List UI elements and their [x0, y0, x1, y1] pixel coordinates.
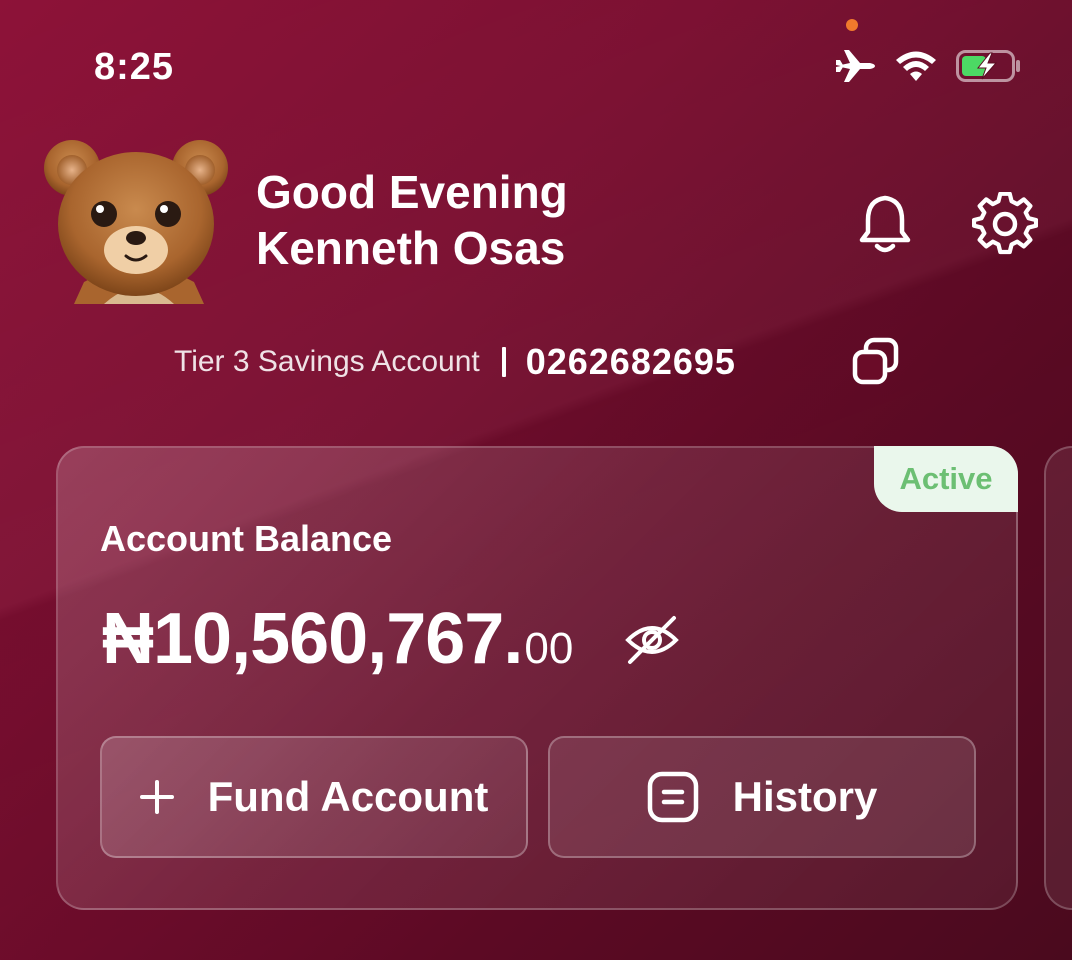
recording-indicator-dot: [846, 19, 858, 31]
copy-icon[interactable]: [850, 336, 902, 388]
airplane-icon: [836, 50, 875, 82]
fund-account-button[interactable]: Fund Account: [100, 736, 528, 858]
balance-card: Active Account Balance ₦10,560,767. 00 F…: [56, 446, 1018, 910]
account-info-row: Tier 3 Savings Account 0262682695: [174, 338, 736, 386]
gear-icon[interactable]: [972, 192, 1038, 258]
bell-icon[interactable]: [856, 192, 914, 256]
status-time: 8:25: [94, 46, 175, 88]
history-button[interactable]: History: [548, 736, 976, 858]
balance-label: Account Balance: [100, 518, 393, 559]
battery-charging-icon: [956, 50, 1020, 82]
user-name: Kenneth Osas: [256, 222, 566, 274]
status-icons: [834, 48, 1022, 84]
eye-off-icon[interactable]: [624, 612, 680, 668]
status-badge: Active: [874, 446, 1018, 512]
teddy-bear-avatar[interactable]: [44, 132, 234, 304]
balance-amount: ₦10,560,767. 00: [102, 598, 573, 680]
balance-amount-decimal: 00: [524, 624, 574, 673]
plus-icon: [139, 780, 174, 814]
greeting-text: Good Evening: [256, 166, 568, 218]
account-number: 0262682695: [525, 341, 736, 382]
account-tier-label: Tier 3 Savings Account: [174, 345, 480, 378]
history-label: History: [732, 773, 878, 820]
fund-account-label: Fund Account: [207, 773, 489, 820]
history-icon: [647, 771, 699, 823]
wifi-icon: [896, 51, 936, 81]
next-card-peek[interactable]: [1044, 446, 1072, 910]
balance-amount-main: ₦10,560,767.: [102, 599, 523, 679]
greeting-block: Good Evening Kenneth Osas: [256, 164, 568, 276]
divider: [501, 347, 506, 377]
